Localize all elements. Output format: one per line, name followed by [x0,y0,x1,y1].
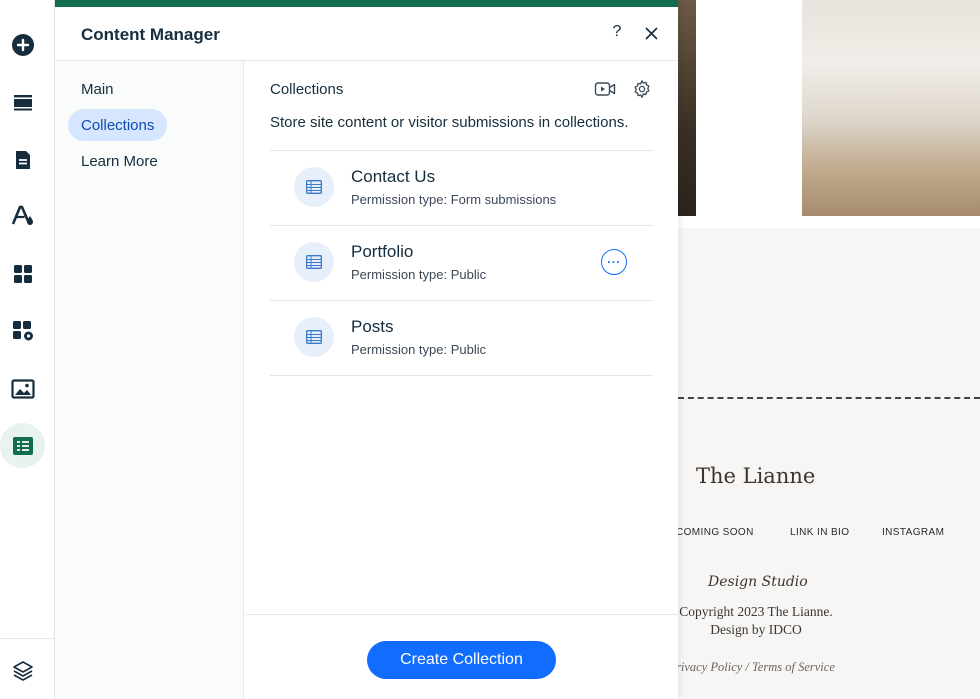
nav-item-main[interactable]: Main [68,73,127,105]
site-copyright-line2: Design by IDCO [710,622,802,637]
panel-footer: Create Collection [245,614,678,699]
site-copyright: Copyright 2023 The Lianne. Design by IDC… [676,603,836,639]
pages-icon [15,150,30,169]
collection-permission: Permission type: Public [351,267,487,282]
create-collection-button[interactable]: Create Collection [367,641,556,679]
panel-accent-bar [55,0,678,7]
collection-name: Contact Us [351,167,436,186]
pages-button[interactable] [0,137,45,182]
collection-icon-wrap [294,167,334,207]
close-button[interactable] [641,23,661,43]
collection-permission: Permission type: Form submissions [351,192,557,207]
video-tutorial-button[interactable] [594,80,616,98]
cms-icon [12,436,33,455]
site-studio: Design Studio [708,574,808,590]
hero-image-kitchen [802,0,980,216]
rail-divider [0,638,55,639]
collection-row-posts[interactable]: Posts Permission type: Public [270,301,653,376]
panel-side-nav: Main Collections Learn More [55,61,244,699]
nav-item-collections[interactable]: Collections [68,109,168,141]
cms-button[interactable] [0,423,45,468]
table-icon [306,330,322,344]
business-apps-button[interactable] [0,308,45,353]
site-link-instagram[interactable]: INSTAGRAM [882,527,944,538]
apps-icon [13,264,32,283]
layers-button[interactable] [0,648,45,693]
site-preview: The Lianne COMING SOON LINK IN BIO INSTA… [676,0,980,699]
collections-list: Contact Us Permission type: Form submiss… [270,150,653,376]
section-description: Store site content or visitor submission… [270,114,629,131]
more-actions-button[interactable]: ··· [601,249,627,275]
collection-row-portfolio[interactable]: Portfolio Permission type: Public ··· [270,226,653,301]
settings-button[interactable] [632,79,652,99]
site-copyright-line1: Copyright 2023 The Lianne. [679,604,833,619]
add-icon [11,33,34,56]
editor-left-rail [0,0,55,699]
section-divider [678,397,980,399]
site-brand: The Lianne [696,464,816,488]
collection-permission: Permission type: Public [351,342,487,357]
site-link-link-in-bio[interactable]: LINK IN BIO [790,527,849,538]
collection-icon-wrap [294,242,334,282]
site-hero [678,0,980,228]
media-button[interactable] [0,366,45,411]
collection-name: Posts [351,317,394,336]
collection-name: Portfolio [351,242,414,261]
sections-button[interactable] [0,79,45,124]
help-button[interactable]: ? [609,23,625,43]
panel-main: Collections Store site content or visito… [245,61,678,614]
content-manager-panel: Content Manager ? Main Collections Learn… [55,0,678,699]
app-market-icon [12,320,33,340]
layers-icon [12,660,33,681]
media-icon [10,378,35,399]
site-policy-links[interactable]: rivacy Policy / Terms of Service [676,660,835,675]
sections-icon [13,94,32,110]
close-icon [644,26,658,40]
design-icon [11,205,33,225]
panel-header: Content Manager ? [55,7,678,61]
section-title: Collections [270,81,344,98]
design-button[interactable] [0,193,45,238]
gear-icon [634,80,650,98]
site-link-coming-soon[interactable]: COMING SOON [676,527,754,538]
add-apps-button[interactable] [0,251,45,296]
add-elements-button[interactable] [0,22,45,67]
hero-image-left [678,0,696,216]
collection-row-contact-us[interactable]: Contact Us Permission type: Form submiss… [270,151,653,226]
table-icon [306,180,322,194]
video-icon [594,82,616,96]
collection-icon-wrap [294,317,334,357]
panel-title: Content Manager [81,25,220,44]
table-icon [306,255,322,269]
nav-item-learn-more[interactable]: Learn More [68,145,171,177]
